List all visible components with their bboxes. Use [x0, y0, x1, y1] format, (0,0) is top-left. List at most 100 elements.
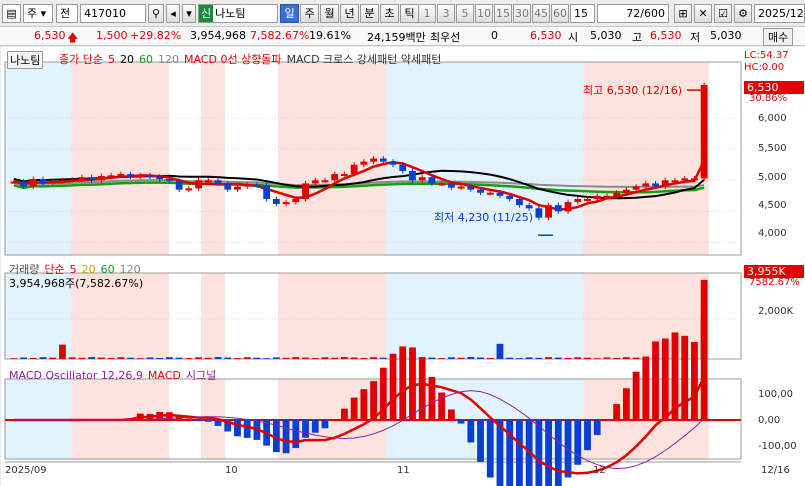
date-input[interactable]: 2025/12/: [754, 4, 805, 23]
macd-osc-bar-18: [185, 418, 193, 420]
volume-readout: 3,954,968주(7,582.67%): [9, 277, 144, 290]
chart-window: ▤ 주 ▾ 전 417010 ⚲ ◂ ▾ 신 나노팀 일주월년분초틱 1 3 5 10 1…: [0, 0, 805, 486]
exchange-select[interactable]: 전: [56, 4, 78, 23]
grid-icon[interactable]: ⊞: [674, 4, 692, 23]
candle-body-71: [700, 85, 708, 179]
volume-bar-6: [68, 357, 76, 359]
candle-body-39: [389, 161, 397, 165]
candle-body-54: [535, 208, 543, 218]
macd-osc-bar-44: [438, 392, 446, 420]
macd-osc-bar-54: [535, 420, 543, 486]
priority-value: 0: [491, 29, 498, 42]
candle-body-3: [39, 179, 47, 184]
macd-osc-bar-60: [593, 420, 601, 435]
macd-osc-bar-31: [311, 420, 319, 433]
macd-osc-bar-20: [204, 420, 212, 422]
interval-select[interactable]: 15: [570, 4, 595, 23]
candle-body-21: [214, 180, 222, 184]
price-legend-item-3: 60: [138, 53, 153, 66]
chevron-down-icon[interactable]: ▾: [182, 4, 196, 23]
period-tab-6[interactable]: 틱: [400, 4, 419, 23]
volume-bar-11: [117, 357, 125, 359]
candle-body-27: [272, 198, 280, 204]
checkbox-icon[interactable]: ☑: [714, 4, 732, 23]
turnover-rate: 19.61%: [309, 29, 351, 42]
candle-body-36: [360, 161, 368, 165]
minute-button-3[interactable]: 3: [437, 4, 455, 23]
candle-body-22: [224, 183, 232, 190]
date-label: 10: [225, 465, 238, 476]
volume-bar-43: [428, 357, 436, 359]
volume-bar-42: [418, 357, 426, 359]
volume-bar-25: [253, 357, 261, 359]
candle-body-17: [175, 180, 183, 190]
candle-body-47: [467, 186, 475, 190]
menu-icon[interactable]: ▤: [2, 4, 21, 23]
period-tab-2[interactable]: 월: [320, 4, 339, 23]
candle-body-53: [525, 205, 533, 209]
up-arrow-icon: 🡅: [67, 31, 79, 44]
candle-body-18: [185, 188, 193, 191]
candle-body-34: [341, 174, 348, 177]
candle-body-50: [496, 192, 504, 196]
market-type-select[interactable]: 주 ▾: [23, 4, 53, 23]
macd-osc-bar-46: [457, 420, 465, 424]
minute-button-30[interactable]: 30: [513, 4, 531, 23]
macd-osc-bar-29: [292, 420, 300, 449]
stock-name-field[interactable]: 신 나노팀: [198, 4, 278, 23]
volume-bar-64: [632, 357, 640, 359]
macd-osc-bar-24: [243, 420, 251, 438]
candle-body-2: [29, 179, 37, 187]
minute-button-10[interactable]: 10: [475, 4, 493, 23]
minute-button-15[interactable]: 15: [494, 4, 512, 23]
candle-body-40: [399, 164, 407, 171]
volume-bar-44: [438, 358, 446, 359]
volume-bar-28: [282, 357, 290, 359]
candle-body-0: [10, 181, 18, 184]
gear-icon[interactable]: ⚙: [734, 4, 752, 23]
period-tab-1[interactable]: 주: [300, 4, 319, 23]
search-icon[interactable]: ⚲: [148, 4, 164, 23]
market-type-value: 주: [27, 7, 38, 20]
volume-bar-55: [545, 357, 552, 359]
count-input[interactable]: 72/600: [597, 4, 669, 23]
chart-area[interactable]: 나노팀 종가 단순 5 20 60 120 MACD 0선 상향돌파 MACD 크로스 강세…: [1, 47, 805, 486]
speaker-icon[interactable]: ◂: [166, 4, 180, 23]
period-tab-0[interactable]: 일: [280, 4, 299, 23]
candle-body-37: [370, 158, 377, 162]
volume-bar-34: [341, 357, 348, 359]
low-annotation: 최저 4,230 (11/25): [434, 211, 534, 224]
volume-pct-tag: 7582.67%: [749, 277, 800, 288]
price-legend-item-6: MACD 크로스 강세패턴 약세패턴: [286, 53, 442, 66]
period-tab-4[interactable]: 분: [360, 4, 379, 23]
price-legend-item-5: MACD 0선 상향돌파: [183, 53, 282, 66]
price-legend: 종가 단순 5 20 60 120 MACD 0선 상향돌파 MACD 크로스 강세패턴 약…: [59, 51, 446, 67]
candle-body-33: [331, 174, 339, 181]
candle-body-4: [49, 180, 57, 184]
date-label: 12/16: [761, 465, 790, 476]
candle-body-63: [622, 189, 630, 193]
volume-bar-32: [321, 357, 329, 359]
minute-button-60[interactable]: 60: [551, 4, 569, 23]
volume-bar-0: [10, 358, 18, 359]
priority-label: 최우선: [430, 31, 461, 44]
period-tab-3[interactable]: 년: [340, 4, 359, 23]
volume-bar-54: [535, 357, 543, 359]
candle-body-28: [282, 202, 290, 205]
candle-body-61: [603, 195, 611, 198]
volume-bar-33: [331, 357, 339, 359]
candle-body-58: [574, 198, 582, 203]
shade-band-4-1: [386, 273, 583, 359]
minute-button-45[interactable]: 45: [532, 4, 550, 23]
code-input[interactable]: 417010: [80, 4, 146, 23]
buy-button[interactable]: 매수: [763, 28, 794, 46]
minute-button-1[interactable]: 1: [418, 4, 436, 23]
macd-osc-bar-37: [370, 381, 377, 420]
macd-osc-bar-43: [428, 376, 436, 420]
crossline-icon[interactable]: ✕: [694, 4, 712, 23]
period-tab-5[interactable]: 초: [380, 4, 399, 23]
volume-bar-18: [185, 358, 193, 359]
volume-rate: 7,582.67%: [250, 29, 310, 42]
date-label: 12: [593, 465, 606, 476]
minute-button-5[interactable]: 5: [456, 4, 474, 23]
